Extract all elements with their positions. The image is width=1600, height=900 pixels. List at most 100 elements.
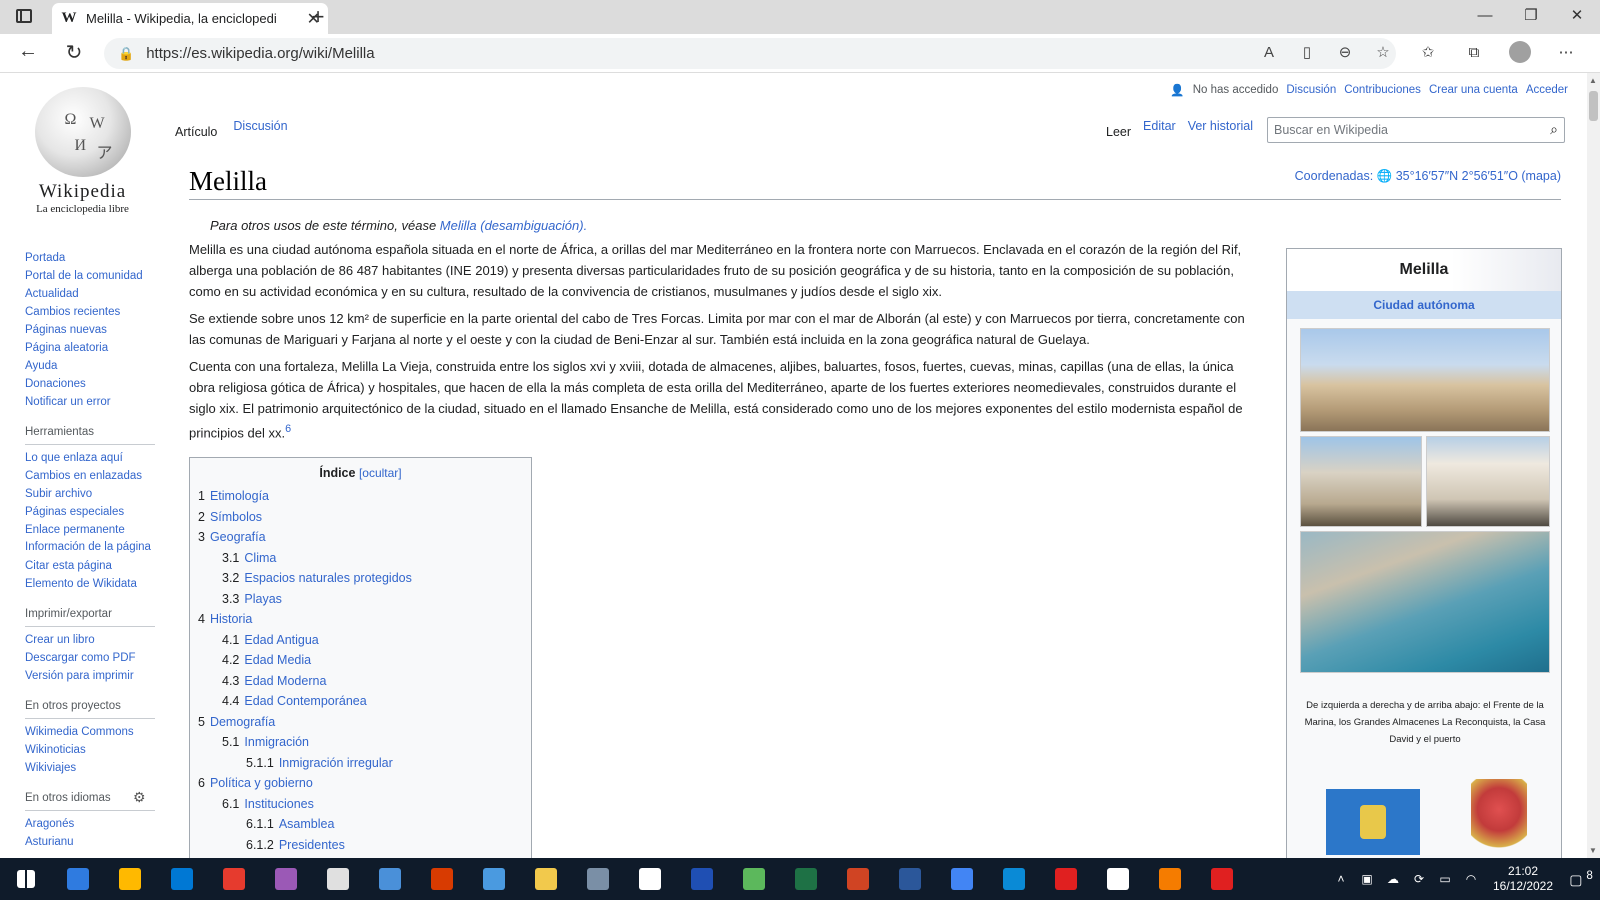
sidebar-tool-link[interactable]: Elemento de Wikidata	[25, 575, 155, 593]
tab-history[interactable]: Ver historial	[1182, 118, 1259, 145]
taskbar-app-icon[interactable]	[416, 858, 468, 900]
toc-item-link[interactable]: Edad Media	[244, 653, 311, 667]
toc-item-link[interactable]: Edad Contemporánea	[244, 694, 366, 708]
scroll-up-arrow-icon[interactable]: ▲	[1589, 76, 1597, 85]
port-aerial-image[interactable]	[1300, 531, 1550, 673]
sidebar-tool-link[interactable]: Subir archivo	[25, 485, 155, 503]
toc-item[interactable]: 5.1.1 Inmigración irregular	[198, 753, 523, 774]
toc-item[interactable]: 3.2 Espacios naturales protegidos	[198, 568, 523, 589]
toc-item-link[interactable]: Inmigración	[244, 735, 309, 749]
toc-item-link[interactable]: Playas	[244, 592, 282, 606]
sidebar-item-paginas-nuevas[interactable]: Páginas nuevas	[25, 321, 155, 339]
immersive-reader-icon[interactable]: ▯	[1288, 41, 1326, 65]
taskbar-app-icon[interactable]	[104, 858, 156, 900]
clock[interactable]: 21:02 16/12/2022	[1484, 864, 1562, 894]
taskbar-app-icon[interactable]	[468, 858, 520, 900]
taskbar-app-icon[interactable]	[208, 858, 260, 900]
sidebar-item-portal[interactable]: Portal de la comunidad	[25, 267, 155, 285]
read-aloud-icon[interactable]: A	[1250, 41, 1288, 65]
toc-item-link[interactable]: Espacios naturales protegidos	[244, 571, 411, 585]
device-icon[interactable]: ▣	[1354, 872, 1380, 886]
refresh-icon[interactable]: ↻	[60, 40, 88, 65]
toc-item-link[interactable]: Política y gobierno	[210, 776, 313, 790]
toc-item[interactable]: 3.1 Clima	[198, 548, 523, 569]
sidebar-item-donaciones[interactable]: Donaciones	[25, 375, 155, 393]
toc-item[interactable]: 6.1.1 Asamblea	[198, 814, 523, 835]
sidebar-project-link[interactable]: Wikinoticias	[25, 741, 155, 759]
page-scrollbar[interactable]: ▲ ▼	[1587, 73, 1600, 858]
taskbar-app-icon[interactable]	[364, 858, 416, 900]
profile-avatar[interactable]	[1497, 41, 1543, 71]
taskbar-app-icon[interactable]	[1196, 858, 1248, 900]
sidebar-tool-link[interactable]: Cambios en enlazadas	[25, 467, 155, 485]
sidebar-item-portada[interactable]: Portada	[25, 249, 155, 267]
toc-item[interactable]: 4.2 Edad Media	[198, 650, 523, 671]
update-icon[interactable]: ⟳	[1406, 872, 1432, 886]
toc-item[interactable]: 6.1 Instituciones	[198, 794, 523, 815]
sidebar-print-link[interactable]: Crear un libro	[25, 631, 155, 649]
tab-article[interactable]: Artículo	[167, 118, 226, 145]
more-menu-icon[interactable]: ⋯	[1543, 41, 1589, 71]
reference-link[interactable]: 6	[285, 423, 291, 435]
frente-marina-image[interactable]	[1300, 328, 1550, 432]
infobox-subtitle[interactable]: Ciudad autónoma	[1287, 291, 1561, 319]
tab-actions-icon[interactable]	[16, 9, 32, 23]
browser-tab[interactable]: W Melilla - Wikipedia, la enciclopedi ✕	[52, 3, 328, 34]
taskbar-app-icon[interactable]	[780, 858, 832, 900]
scrollbar-thumb[interactable]	[1589, 91, 1598, 121]
tab-talk[interactable]: Discusión	[225, 118, 295, 145]
sidebar-item-notificar[interactable]: Notificar un error	[25, 393, 155, 411]
toc-item-link[interactable]: Presidentes	[279, 838, 345, 852]
favorite-star-icon[interactable]: ☆	[1364, 41, 1402, 65]
collections-icon[interactable]: ⧉	[1451, 41, 1497, 71]
melilla-flag-image[interactable]	[1326, 789, 1420, 855]
toc-item-link[interactable]: Edad Antigua	[244, 633, 318, 647]
toc-item-link[interactable]: Demografía	[210, 715, 275, 729]
sidebar-item-actualidad[interactable]: Actualidad	[25, 285, 155, 303]
battery-icon[interactable]: ▭	[1432, 872, 1458, 886]
maximize-button[interactable]: ❐	[1508, 0, 1554, 34]
search-icon[interactable]: ⌕	[1550, 121, 1558, 138]
sidebar-project-link[interactable]: Wikiviajes	[25, 759, 155, 777]
sidebar-item-ayuda[interactable]: Ayuda	[25, 357, 155, 375]
tab-read[interactable]: Leer	[1100, 118, 1137, 145]
sidebar-item-cambios[interactable]: Cambios recientes	[25, 303, 155, 321]
toc-item[interactable]: 1 Etimología	[198, 486, 523, 507]
show-hidden-icons-chevron[interactable]: ˄	[1328, 872, 1354, 886]
contributions-link[interactable]: Contribuciones	[1344, 84, 1421, 96]
taskbar-app-icon[interactable]	[936, 858, 988, 900]
sidebar-language-link[interactable]: Asturianu	[25, 833, 155, 851]
sidebar-print-link[interactable]: Descargar como PDF	[25, 649, 155, 667]
sidebar-tool-link[interactable]: Lo que enlaza aquí	[25, 449, 155, 467]
toc-item[interactable]: 4.3 Edad Moderna	[198, 671, 523, 692]
back-arrow-icon[interactable]: ←	[14, 40, 42, 63]
url-text[interactable]: https://es.wikipedia.org/wiki/Melilla	[146, 45, 374, 62]
toc-item[interactable]: 5 Demografía	[198, 712, 523, 733]
new-tab-button[interactable]: +	[304, 4, 332, 30]
sidebar-tool-link[interactable]: Páginas especiales	[25, 503, 155, 521]
toc-item-link[interactable]: Asamblea	[279, 817, 335, 831]
zoom-out-icon[interactable]: ⊖	[1326, 41, 1364, 65]
taskbar-app-icon[interactable]	[624, 858, 676, 900]
onedrive-cloud-icon[interactable]: ☁	[1380, 872, 1406, 886]
toc-item-link[interactable]: Historia	[210, 612, 252, 626]
wifi-icon[interactable]: ◠	[1458, 872, 1484, 886]
toc-item[interactable]: 4.4 Edad Contemporánea	[198, 691, 523, 712]
disambiguation-link[interactable]: Melilla (desambiguación).	[440, 218, 587, 233]
casa-david-image[interactable]	[1426, 436, 1550, 527]
notifications-button[interactable]: ▢ 8	[1562, 869, 1600, 889]
wikipedia-logo[interactable]: ΩWИア Wikipedia La enciclopedia libre	[25, 87, 140, 215]
toc-item[interactable]: 6 Política y gobierno	[198, 773, 523, 794]
taskbar-app-icon[interactable]	[988, 858, 1040, 900]
minimize-button[interactable]: —	[1462, 0, 1508, 34]
toc-item-link[interactable]: Instituciones	[244, 797, 313, 811]
toc-item[interactable]: 3 Geografía	[198, 527, 523, 548]
sidebar-item-aleatoria[interactable]: Página aleatoria	[25, 339, 155, 357]
toc-item[interactable]: 6.1.2 Presidentes	[198, 835, 523, 856]
toc-item[interactable]: 2 Símbolos	[198, 507, 523, 528]
toc-item-link[interactable]: Símbolos	[210, 510, 262, 524]
login-link[interactable]: Acceder	[1526, 84, 1568, 96]
taskbar-app-icon[interactable]	[884, 858, 936, 900]
reconquista-image[interactable]	[1300, 436, 1422, 527]
toc-item[interactable]: 5.1 Inmigración	[198, 732, 523, 753]
